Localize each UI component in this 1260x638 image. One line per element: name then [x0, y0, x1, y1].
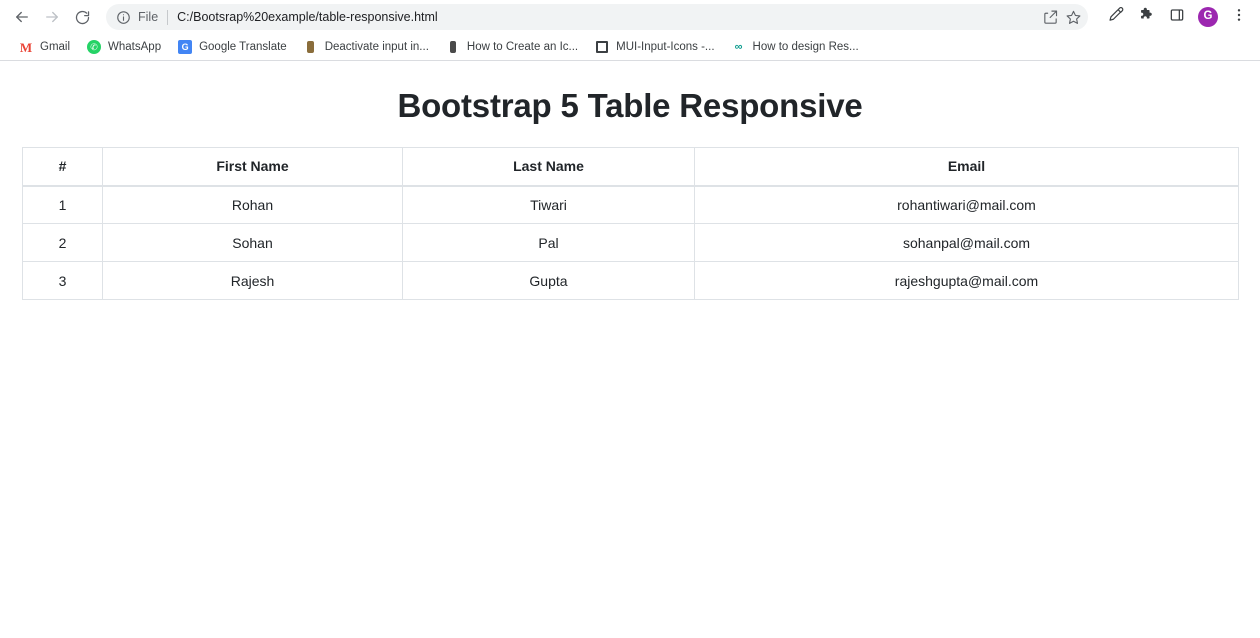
table-head: # First Name Last Name Email [22, 147, 1239, 187]
bookmark-label: Gmail [40, 41, 71, 53]
generic-dark-favicon-icon [445, 39, 461, 55]
cell-index: 1 [22, 185, 103, 224]
teal-glyph: ∞ [734, 40, 743, 53]
cell-email: sohanpal@mail.com [694, 223, 1239, 262]
avatar: G [1198, 7, 1218, 27]
square-favicon-icon [594, 39, 610, 55]
cell-email: rajeshgupta@mail.com [694, 261, 1239, 300]
arrow-left-icon [13, 8, 31, 26]
omnibox-actions [1042, 9, 1082, 26]
column-header-email: Email [694, 147, 1239, 187]
share-icon[interactable] [1042, 9, 1059, 26]
bookmark-whatsapp[interactable]: ✆ WhatsApp [78, 36, 169, 58]
whatsapp-favicon-icon: ✆ [86, 39, 102, 55]
column-header-first-name: First Name [102, 147, 403, 187]
whatsapp-glyph: ✆ [87, 40, 102, 54]
column-header-index: # [22, 147, 103, 187]
cell-first-name: Rajesh [102, 261, 403, 300]
bookmark-mui-input-icons[interactable]: MUI-Input-Icons -... [586, 36, 722, 58]
cell-last-name: Gupta [402, 261, 695, 300]
eyedropper-button[interactable] [1102, 4, 1128, 30]
browser-toolbar: File C:/Bootsrap%20example/table-respons… [0, 0, 1260, 34]
cell-first-name: Sohan [102, 223, 403, 262]
teal-favicon-icon: ∞ [731, 39, 747, 55]
translate-glyph: G [178, 40, 193, 54]
data-table: # First Name Last Name Email 1 Rohan Tiw… [22, 147, 1239, 300]
table-row: 2 Sohan Pal sohanpal@mail.com [22, 223, 1239, 262]
toolbar-right-icons: G [1096, 4, 1252, 30]
bookmark-how-to-design-res[interactable]: ∞ How to design Res... [723, 36, 867, 58]
table-row: 3 Rajesh Gupta rajeshgupta@mail.com [22, 261, 1239, 300]
bookmark-label: How to Create an Ic... [466, 41, 579, 53]
cell-email: rohantiwari@mail.com [694, 185, 1239, 224]
bookmark-label: MUI-Input-Icons -... [616, 41, 715, 53]
page-content: Bootstrap 5 Table Responsive # First Nam… [0, 61, 1260, 636]
bookmark-deactivate-input[interactable]: Deactivate input in... [295, 36, 437, 58]
chrome-menu-button[interactable] [1226, 4, 1252, 30]
reload-icon [74, 9, 91, 26]
bookmark-label: How to design Res... [752, 41, 859, 53]
url-text[interactable]: C:/Bootsrap%20example/table-responsive.h… [177, 10, 1036, 24]
table-header-row: # First Name Last Name Email [22, 147, 1239, 187]
side-panel-button[interactable] [1164, 4, 1190, 30]
gmail-glyph: M [19, 39, 33, 55]
bookmark-label: Google Translate [199, 41, 287, 53]
profile-button[interactable]: G [1195, 4, 1221, 30]
arrow-right-icon [43, 8, 61, 26]
bookmark-label: Deactivate input in... [324, 41, 429, 53]
three-dot-menu-icon [1231, 7, 1247, 28]
table-body: 1 Rohan Tiwari rohantiwari@mail.com 2 So… [22, 185, 1239, 300]
gmail-favicon-icon: M [18, 39, 34, 55]
omnibox-divider [167, 9, 169, 25]
bookmarks-bar: M Gmail ✆ WhatsApp G Google Translate De… [0, 34, 1260, 60]
cell-index: 2 [22, 223, 103, 262]
puzzle-piece-icon [1138, 6, 1155, 28]
table-responsive-wrapper: # First Name Last Name Email 1 Rohan Tiw… [22, 147, 1239, 300]
cell-last-name: Pal [402, 223, 695, 262]
cell-last-name: Tiwari [402, 185, 695, 224]
reload-button[interactable] [68, 3, 96, 31]
address-bar[interactable]: File C:/Bootsrap%20example/table-respons… [106, 4, 1088, 30]
cell-index: 3 [22, 261, 103, 300]
bookmark-label: WhatsApp [108, 41, 162, 53]
star-icon[interactable] [1065, 9, 1082, 26]
eyedropper-icon [1107, 6, 1124, 28]
browser-chrome: File C:/Bootsrap%20example/table-respons… [0, 0, 1260, 61]
table-row: 1 Rohan Tiwari rohantiwari@mail.com [22, 185, 1239, 224]
extensions-button[interactable] [1133, 4, 1159, 30]
cell-first-name: Rohan [102, 185, 403, 224]
forward-button[interactable] [38, 3, 66, 31]
bookmark-google-translate[interactable]: G Google Translate [169, 36, 295, 58]
generic-favicon-icon [303, 39, 319, 55]
side-panel-icon [1169, 7, 1185, 28]
page-title: Bootstrap 5 Table Responsive [397, 87, 863, 124]
info-circle-icon[interactable] [116, 10, 131, 25]
url-scheme-label: File [138, 10, 159, 24]
column-header-last-name: Last Name [402, 147, 695, 187]
google-translate-favicon-icon: G [177, 39, 193, 55]
back-button[interactable] [8, 3, 36, 31]
bookmark-gmail[interactable]: M Gmail [10, 36, 78, 58]
bookmark-how-to-create-an-icon[interactable]: How to Create an Ic... [437, 36, 586, 58]
